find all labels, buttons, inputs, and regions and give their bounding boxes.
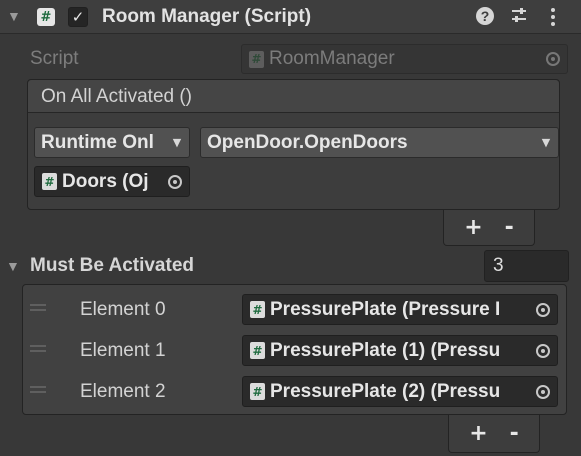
presets-icon[interactable] <box>509 5 529 29</box>
kebab-menu-icon[interactable] <box>547 6 559 33</box>
element-label: Element 1 <box>80 340 166 361</box>
dropdown-arrow-icon: ▼ <box>172 136 182 149</box>
add-element-button[interactable]: + <box>469 421 487 446</box>
foldout-arrow-icon[interactable]: ▼ <box>7 8 21 24</box>
script-icon: # <box>250 342 265 359</box>
target-object-value: Doors (Oj <box>62 170 149 192</box>
component-title: Room Manager (Script) <box>102 6 312 27</box>
object-picker-icon[interactable] <box>529 377 557 406</box>
object-picker-icon <box>539 45 567 73</box>
element-label: Element 0 <box>80 299 166 320</box>
element-field[interactable]: # PressurePlate (1) (Pressu <box>242 335 558 366</box>
script-field: # RoomManager <box>241 44 568 74</box>
list-footer: + - <box>448 415 540 453</box>
object-picker-icon[interactable] <box>161 167 189 196</box>
list-label: Must Be Activated <box>30 255 194 276</box>
enabled-checkbox[interactable]: ✓ <box>68 7 88 27</box>
element-label: Element 2 <box>80 381 166 402</box>
script-icon: # <box>249 50 264 68</box>
element-field[interactable]: # PressurePlate (2) (Pressu <box>242 376 558 407</box>
script-icon: # <box>250 301 265 318</box>
foldout-arrow-icon[interactable]: ▼ <box>6 258 20 274</box>
function-value: OpenDoor.OpenDoors <box>207 131 408 153</box>
element-value: PressurePlate (1) (Pressu <box>270 339 501 361</box>
add-listener-button[interactable]: + <box>464 215 482 240</box>
element-value: PressurePlate (Pressure I <box>270 298 501 320</box>
dropdown-arrow-icon: ▼ <box>541 136 551 149</box>
call-state-dropdown[interactable]: Runtime Onl ▼ <box>34 127 190 158</box>
function-dropdown[interactable]: OpenDoor.OpenDoors ▼ <box>200 127 559 158</box>
remove-element-button[interactable]: - <box>510 421 519 446</box>
script-icon: # <box>42 173 57 190</box>
script-icon: # <box>250 383 265 400</box>
object-picker-icon[interactable] <box>529 295 557 324</box>
list-size-field[interactable]: 3 <box>484 250 569 282</box>
drag-handle-icon[interactable] <box>30 386 46 393</box>
target-object-field[interactable]: # Doors (Oj <box>34 166 190 197</box>
object-picker-icon[interactable] <box>529 336 557 365</box>
element-value: PressurePlate (2) (Pressu <box>270 380 501 402</box>
help-icon[interactable]: ? <box>476 7 494 25</box>
event-header-label: On All Activated () <box>41 86 193 107</box>
remove-listener-button[interactable]: - <box>505 215 514 240</box>
element-field[interactable]: # PressurePlate (Pressure I <box>242 294 558 325</box>
drag-handle-icon[interactable] <box>30 345 46 352</box>
event-footer: + - <box>443 210 535 246</box>
drag-handle-icon[interactable] <box>30 304 46 311</box>
script-icon: # <box>37 8 55 26</box>
script-label: Script <box>30 48 79 69</box>
script-value: RoomManager <box>269 48 395 69</box>
call-state-value: Runtime Onl <box>41 131 154 153</box>
